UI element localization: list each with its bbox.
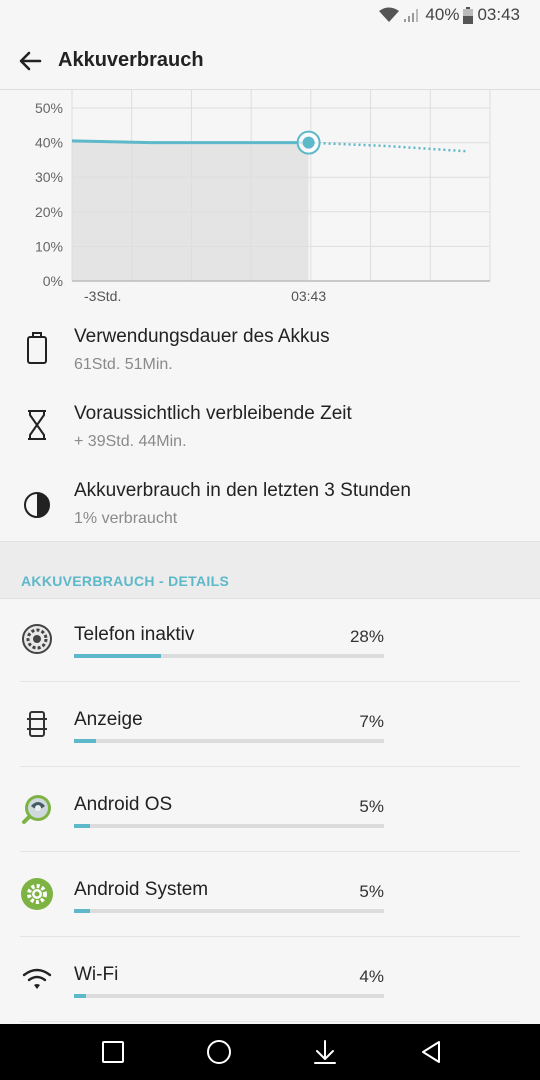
battery-status-icon [463,6,474,24]
info-subtitle: 1% verbraucht [74,510,178,527]
y-tick-label: 50% [35,100,63,116]
app-name: Android OS [74,794,173,815]
list-item-android-os[interactable]: Android OS 5% [0,768,540,852]
app-name: Wi-Fi [74,964,119,985]
phone-display-icon [27,711,47,737]
usage-percent: 5% [359,882,384,901]
y-tick-label: 10% [35,238,63,254]
back-triangle-icon[interactable] [415,1036,447,1068]
status-icons: 40% 03:43 [379,5,520,25]
usage-bar-fill [74,994,87,998]
android-os-icon [22,795,51,824]
series-projection-line [308,141,467,153]
wifi-icon [22,968,52,989]
current-point-marker [302,136,315,149]
navigation-bar [0,1024,540,1080]
usage-bar [74,824,384,828]
notification-drawer-arrow-icon[interactable] [309,1036,341,1068]
info-title: Akkuverbrauch in den letzten 3 Stunden [74,480,411,501]
usage-percent: 4% [359,967,384,986]
battery-icon [27,332,47,364]
app-name: Android System [74,879,209,900]
battery-percent: 40% [425,5,460,24]
usage-percent: 7% [359,712,384,731]
usage-bar [74,739,384,743]
usage-bar [74,909,384,913]
usage-bar-fill [74,654,161,658]
series-line [71,139,309,145]
usage-bar-fill [74,909,90,913]
x-tick-label: -3Std. [84,288,121,304]
info-row-last-3-hours: Akkuverbrauch in den letzten 3 Stunden 1… [0,476,540,548]
usage-bar-fill [74,824,90,828]
usage-percent: 28% [349,627,384,646]
chart-area-fill [72,140,309,281]
y-tick-label: 20% [35,204,63,220]
divider [20,681,520,682]
home-circle-icon[interactable] [203,1036,235,1068]
settings-gear-icon [22,624,52,654]
y-tick-label: 40% [35,135,63,151]
clock: 03:43 [477,5,520,24]
battery-chart: 50% 40% 30% 20% 10% 0% -3Std. 03:43 [35,90,491,304]
app-name: Telefon inaktiv [74,624,195,645]
usage-bar [74,654,384,658]
info-subtitle: 61Std. 51Min. [74,356,173,373]
app-bar: Akkuverbrauch [0,33,540,90]
y-tick-label: 0% [43,273,63,289]
list-item-phone-idle[interactable]: Telefon inaktiv 28% [0,598,540,682]
recents-square-icon[interactable] [97,1036,129,1068]
x-tick-label: 03:43 [291,288,326,304]
info-row-remaining-time: Voraussichtlich verbleibende Zeit + 39St… [0,399,540,471]
half-circle-icon [24,492,50,518]
list-item-android-system[interactable]: Android System 5% [0,853,540,937]
divider [20,766,520,767]
divider [20,1021,520,1022]
divider [20,936,520,937]
section-header: AKKUVERBRAUCH - DETAILS [21,573,230,589]
usage-bar [74,994,384,998]
android-system-gear-icon [21,878,53,910]
status-bar: 40% 03:43 [0,0,540,33]
y-tick-label: 30% [35,169,63,185]
list-item-wifi[interactable]: Wi-Fi 4% [0,938,540,1022]
info-title: Voraussichtlich verbleibende Zeit [74,403,352,424]
list-item-display[interactable]: Anzeige 7% [0,683,540,767]
divider [20,851,520,852]
hourglass-icon [28,410,46,440]
signal-icon [404,9,419,22]
usage-bar-fill [74,739,96,743]
page-title: Akkuverbrauch [58,49,204,71]
info-row-usage-duration: Verwendungsdauer des Akkus 61Std. 51Min. [0,322,540,394]
back-arrow-icon[interactable] [14,45,46,77]
app-name: Anzeige [74,709,143,730]
info-title: Verwendungsdauer des Akkus [74,326,330,347]
info-subtitle: + 39Std. 44Min. [74,433,187,450]
usage-percent: 5% [359,797,384,816]
wifi-status-icon [379,7,400,22]
details-section: AKKUVERBRAUCH - DETAILS [0,541,540,599]
